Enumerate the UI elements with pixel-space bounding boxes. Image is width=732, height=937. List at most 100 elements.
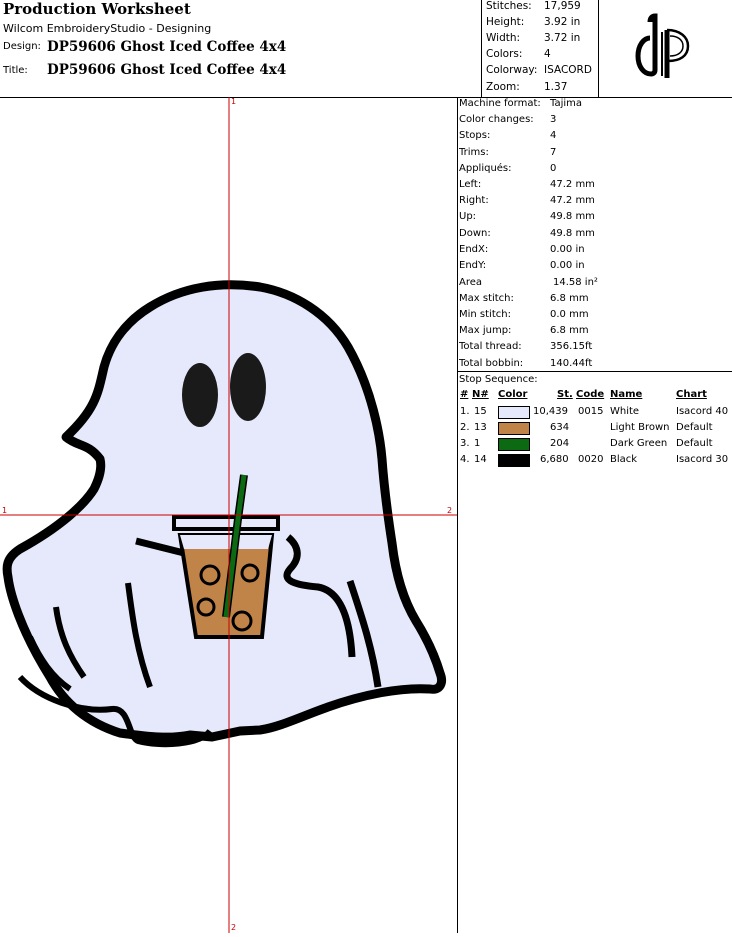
stat-label: Width: — [486, 32, 521, 44]
info-value: 4 — [550, 130, 557, 141]
stat-value: 17,959 — [544, 0, 581, 12]
row-name: Dark Green — [610, 438, 668, 449]
info-value: 0.0 mm — [550, 309, 589, 320]
stat-row: Zoom: 1.37 — [486, 81, 567, 93]
col-header-color: Color — [498, 389, 528, 400]
right-eye — [230, 353, 266, 421]
brand-logo — [598, 0, 732, 97]
info-value: 0 — [550, 163, 557, 174]
stat-row: Colorway: ISACORD — [486, 64, 592, 76]
stat-label: Zoom: — [486, 81, 520, 93]
info-row: EndX: 0.00 in — [459, 244, 585, 255]
info-value: 6.8 mm — [550, 293, 589, 304]
info-label: Machine format: — [459, 98, 541, 109]
info-label: Stops: — [459, 130, 491, 141]
row-code: 0015 — [578, 406, 604, 417]
info-row: Down: 49.8 mm — [459, 228, 595, 239]
row-num: 3. — [460, 438, 470, 449]
row-n: 1 — [474, 438, 481, 449]
stop-sequence-title: Stop Sequence: — [459, 374, 538, 385]
col-header-name: Name — [610, 389, 643, 400]
info-value: 3 — [550, 114, 557, 125]
software-name: Wilcom EmbroideryStudio - Designing — [3, 22, 212, 35]
info-row: Total thread: 356.15ft — [459, 341, 592, 352]
left-eye — [182, 363, 218, 427]
col-header-n: N# — [472, 389, 489, 400]
info-label: Color changes: — [459, 114, 534, 125]
col-header-num: # — [460, 389, 469, 400]
col-header-st: St. — [557, 389, 573, 400]
row-stitches: 204 — [550, 438, 570, 449]
info-value: 140.44ft — [550, 358, 593, 369]
info-row: Stops: 4 — [459, 130, 556, 141]
color-swatch — [498, 422, 530, 435]
info-label: Total thread: — [459, 341, 522, 352]
info-value: 0.00 in — [550, 244, 585, 255]
info-value: 0.00 in — [550, 260, 585, 271]
info-label: Up: — [459, 211, 477, 222]
info-label: Max jump: — [459, 325, 512, 336]
row-stitches: 10,439 — [533, 406, 568, 417]
info-label: Area — [459, 277, 483, 288]
table-row: 2. 13 634 Light Brown Default — [458, 421, 732, 437]
info-row: Trims: 7 — [459, 147, 556, 158]
row-num: 4. — [460, 454, 470, 465]
info-value: 7 — [550, 147, 557, 158]
stat-row: Height: 3.92 in — [486, 16, 580, 28]
stat-value: 3.72 in — [544, 32, 581, 44]
info-row: Total bobbin: 140.44ft — [459, 358, 592, 369]
stat-label: Colorway: — [486, 64, 538, 76]
guide-marker-bottom: 2 — [231, 923, 237, 932]
info-row: Left: 47.2 mm — [459, 179, 595, 190]
stat-label: Stitches: — [486, 0, 532, 12]
info-row: Appliqués: 0 — [459, 163, 556, 174]
row-stitches: 6,680 — [540, 454, 569, 465]
row-chart: Isacord 40 — [676, 406, 729, 417]
col-header-code: Code — [576, 389, 605, 400]
info-label: Total bobbin: — [459, 358, 524, 369]
row-name: White — [610, 406, 640, 417]
info-row: Color changes: 3 — [459, 114, 556, 125]
info-value: 47.2 mm — [550, 179, 595, 190]
stat-value: 4 — [544, 48, 551, 60]
row-chart: Default — [676, 438, 713, 449]
machine-info-panel: Machine format: Tajima Color changes: 3 St… — [458, 97, 732, 933]
info-label: Min stitch: — [459, 309, 511, 320]
row-n: 14 — [474, 454, 487, 465]
col-header-chart: Chart — [676, 389, 707, 400]
guide-marker-top: 1 — [231, 97, 237, 106]
table-row: 1. 15 10,439 0015 White Isacord 40 — [458, 405, 732, 421]
info-label: Trims: — [459, 147, 489, 158]
row-n: 13 — [474, 422, 487, 433]
ghost-design-artwork — [0, 97, 457, 933]
stat-row: Width: 3.72 in — [486, 32, 580, 44]
color-swatch — [498, 438, 530, 451]
info-row: Max stitch: 6.8 mm — [459, 293, 589, 304]
info-value: Tajima — [550, 98, 583, 109]
stat-value: ISACORD — [544, 64, 592, 76]
info-label: Down: — [459, 228, 491, 239]
stat-label: Colors: — [486, 48, 523, 60]
table-row: 4. 14 6,680 0020 Black Isacord 30 — [458, 453, 732, 469]
title-label: Title: — [3, 65, 28, 76]
design-stats: Stitches: 17,959 Height: 3.92 in Width: 3.7… — [481, 0, 599, 97]
info-value: 14.58 in² — [553, 277, 598, 288]
info-label: Max stitch: — [459, 293, 514, 304]
stat-label: Height: — [486, 16, 525, 28]
worksheet-header: Production Worksheet Wilcom EmbroiderySt… — [0, 0, 732, 98]
info-row: Up: 49.8 mm — [459, 211, 595, 222]
title-value: DP59606 Ghost Iced Coffee 4x4 — [47, 62, 287, 78]
info-row: EndY: 0.00 in — [459, 260, 585, 271]
info-row: Max jump: 6.8 mm — [459, 325, 589, 336]
info-value: 47.2 mm — [550, 195, 595, 206]
info-value: 6.8 mm — [550, 325, 589, 336]
color-swatch — [498, 406, 530, 419]
stat-row: Stitches: 17,959 — [486, 0, 581, 12]
info-row: Machine format: Tajima — [459, 98, 582, 109]
info-row: Area 14.58 in² — [459, 277, 598, 288]
row-name: Black — [610, 454, 638, 465]
row-num: 2. — [460, 422, 470, 433]
cup-top-band — [180, 535, 272, 549]
info-value: 49.8 mm — [550, 211, 595, 222]
guide-marker-right: 2 — [447, 506, 453, 515]
